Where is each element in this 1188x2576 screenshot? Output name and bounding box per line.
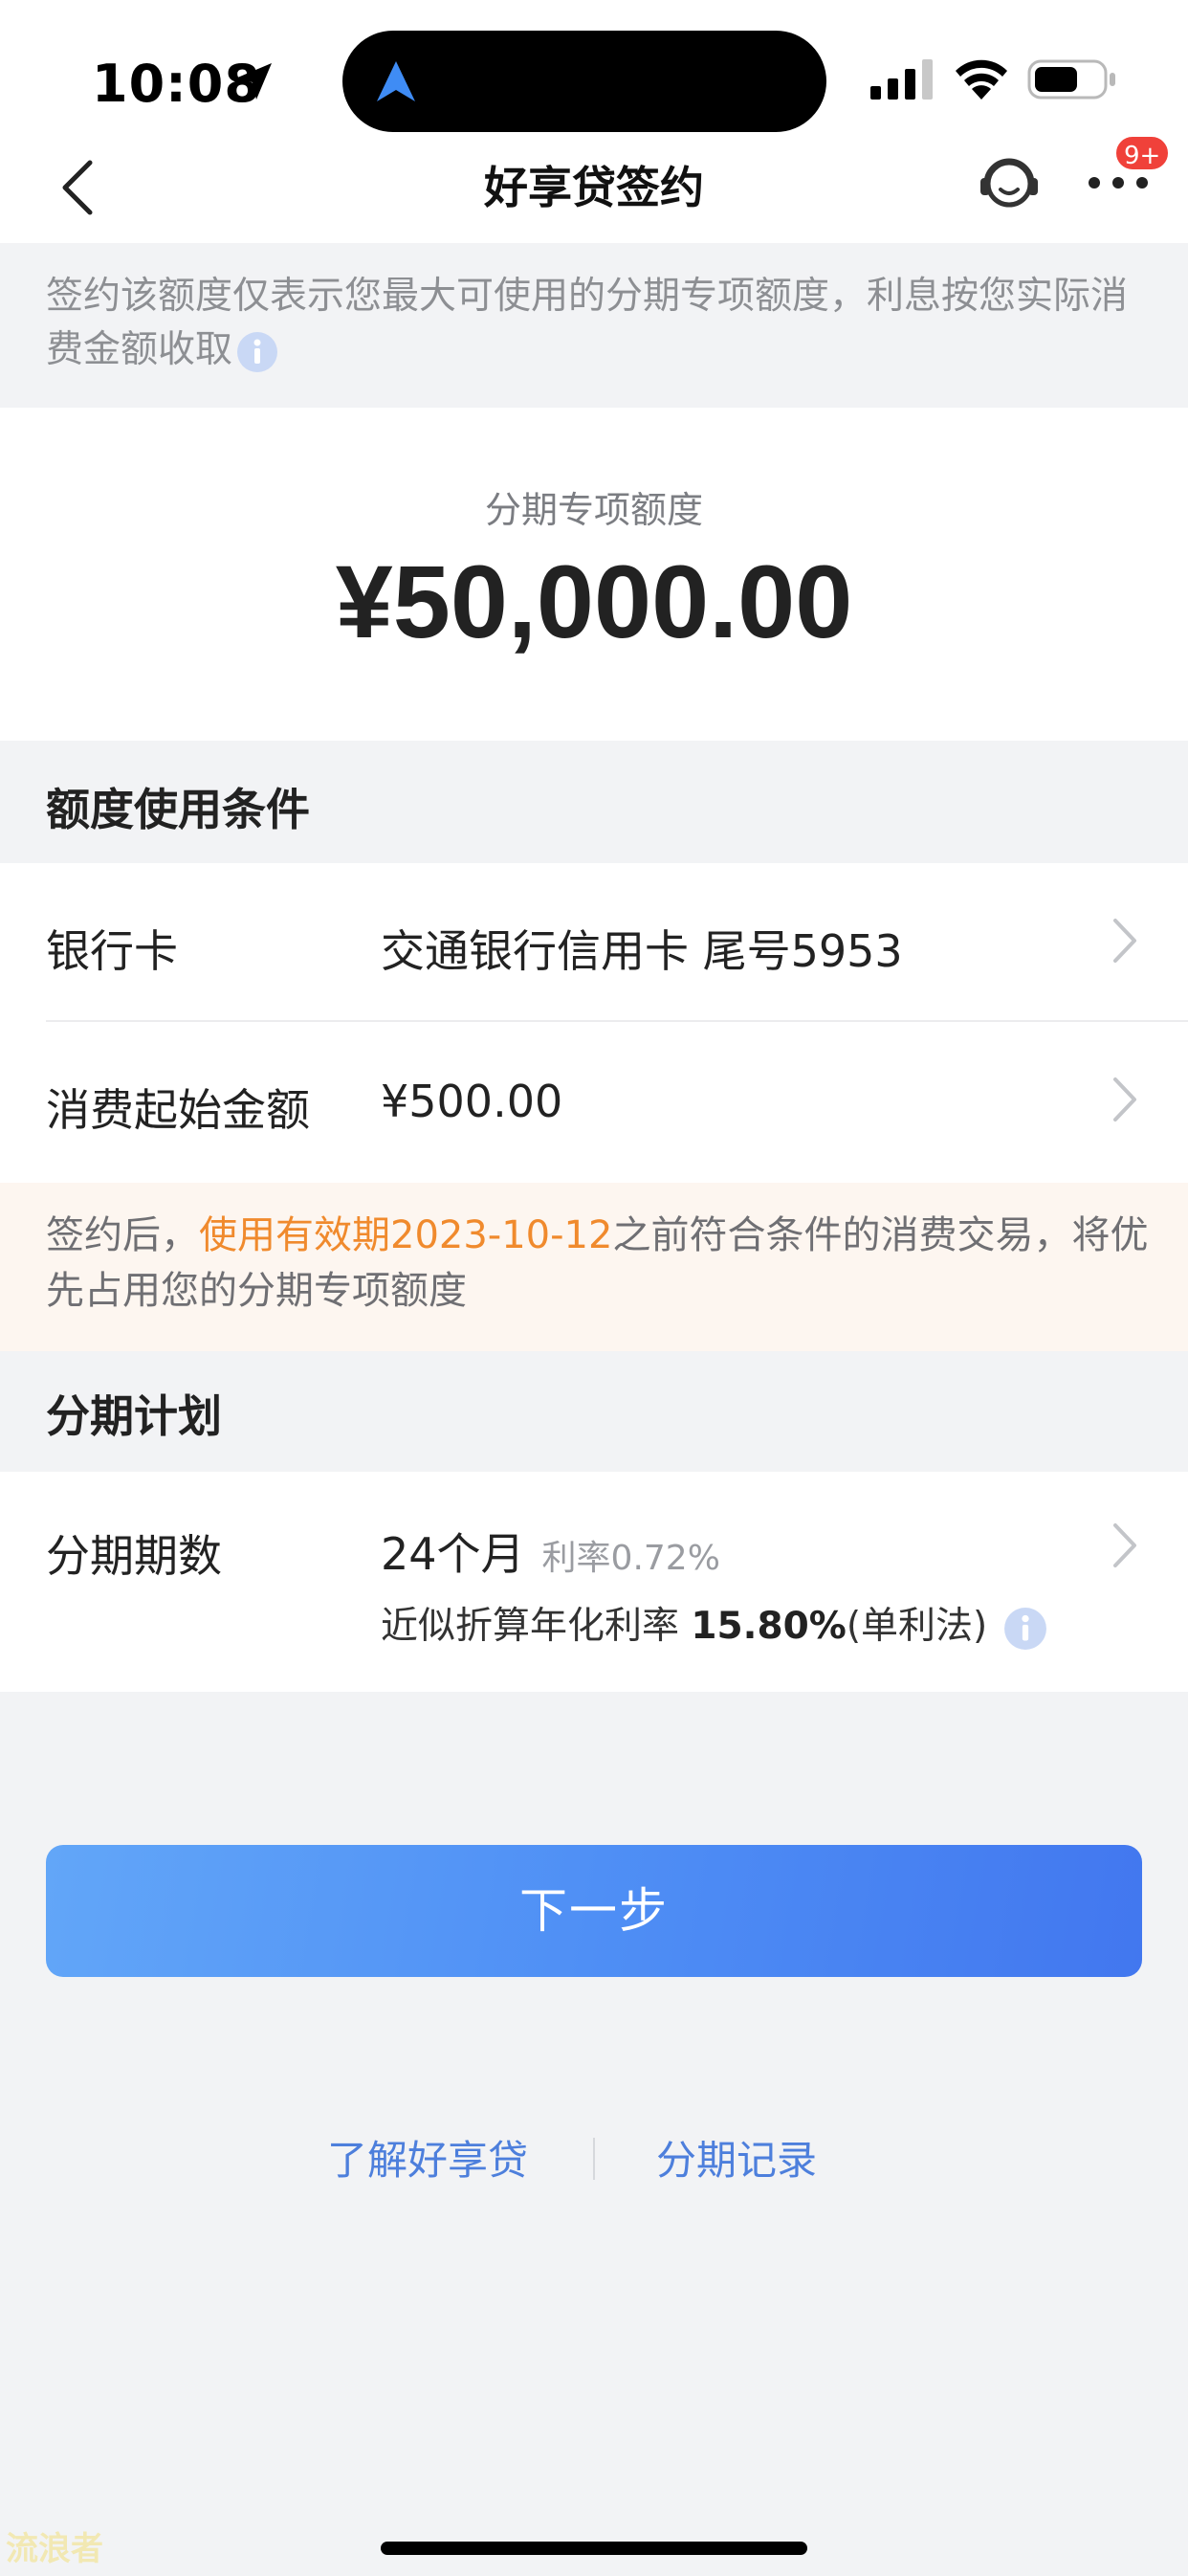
- rate-text: 利率0.72%: [541, 1539, 720, 1578]
- tip-prefix: 签约后，: [46, 1213, 199, 1257]
- period-value-group: 24个月 利率0.72%: [381, 1520, 720, 1583]
- apr-prefix: 近似折算年化利率: [381, 1605, 692, 1648]
- dynamic-island: [342, 31, 826, 132]
- signal-icon: [870, 59, 933, 100]
- period-label: 分期期数: [46, 1530, 222, 1582]
- next-button[interactable]: 下一步: [46, 1845, 1142, 1977]
- min-amount-value: ¥500.00: [381, 1076, 563, 1127]
- apr-suffix: (单利法): [846, 1605, 988, 1648]
- notice-text: 签约该额度仅表示您最大可使用的分期专项额度，利息按您实际消费金额收取: [46, 270, 1146, 377]
- nav-bar: 好享贷签约 9+: [0, 134, 1188, 243]
- notification-badge: 9+: [1113, 134, 1172, 172]
- amount-label: 分期专项额度: [484, 489, 703, 531]
- wifi-icon: [956, 59, 1007, 100]
- location-arrow-icon: [235, 63, 272, 100]
- navigation-icon: [377, 61, 415, 101]
- chevron-right-icon: [1113, 1523, 1136, 1567]
- min-amount-label: 消费起始金额: [46, 1084, 310, 1136]
- watermark: 流浪者: [6, 2530, 103, 2568]
- min-amount-row[interactable]: 消费起始金额 ¥500.00: [0, 1022, 1188, 1183]
- info-icon[interactable]: [236, 331, 278, 373]
- apr-value: 15.80%: [691, 1605, 847, 1648]
- conditions-title: 额度使用条件: [46, 784, 310, 835]
- status-bar: 10:08: [0, 0, 1188, 144]
- notice-banner: 签约该额度仅表示您最大可使用的分期专项额度，利息按您实际消费金额收取: [0, 243, 1188, 408]
- battery-icon: [1027, 59, 1115, 100]
- bottom-links: 了解好享贷 分期记录: [0, 2128, 1188, 2186]
- link-separator: [593, 2138, 595, 2180]
- home-indicator[interactable]: [381, 2542, 807, 2555]
- amount-value: ¥50,000.00: [335, 544, 853, 659]
- info-icon[interactable]: [1003, 1607, 1047, 1651]
- period-value: 24个月: [381, 1528, 525, 1580]
- bank-card-label: 银行卡: [46, 925, 178, 977]
- chevron-right-icon: [1113, 1077, 1136, 1121]
- validity-tip: 签约后，使用有效期2023-10-12之前符合条件的消费交易，将优先占用您的分期…: [0, 1183, 1188, 1351]
- tip-text: 签约后，使用有效期2023-10-12之前符合条件的消费交易，将优先占用您的分期…: [46, 1208, 1155, 1319]
- customer-service-icon[interactable]: [978, 149, 1041, 216]
- chevron-right-icon: [1113, 919, 1136, 963]
- apr-line: 近似折算年化利率 15.80%(单利法): [381, 1596, 1047, 1651]
- plan-section-header: 分期计划: [0, 1351, 1188, 1472]
- learn-more-link[interactable]: 了解好享贷: [327, 2128, 528, 2187]
- amount-card: 分期专项额度 ¥50,000.00: [0, 408, 1188, 741]
- plan-title: 分期计划: [46, 1390, 222, 1442]
- conditions-section-header: 额度使用条件: [0, 741, 1188, 863]
- records-link[interactable]: 分期记录: [656, 2128, 817, 2187]
- installment-period-row[interactable]: 分期期数 24个月 利率0.72% 近似折算年化利率 15.80%(单利法): [0, 1472, 1188, 1692]
- notice-text-content: 签约该额度仅表示您最大可使用的分期专项额度，利息按您实际消费金额收取: [46, 275, 1129, 371]
- tip-highlight: 使用有效期2023-10-12: [199, 1213, 613, 1257]
- bank-card-value: 交通银行信用卡 尾号5953: [381, 925, 903, 977]
- bank-card-row[interactable]: 银行卡 交通银行信用卡 尾号5953: [0, 863, 1188, 1022]
